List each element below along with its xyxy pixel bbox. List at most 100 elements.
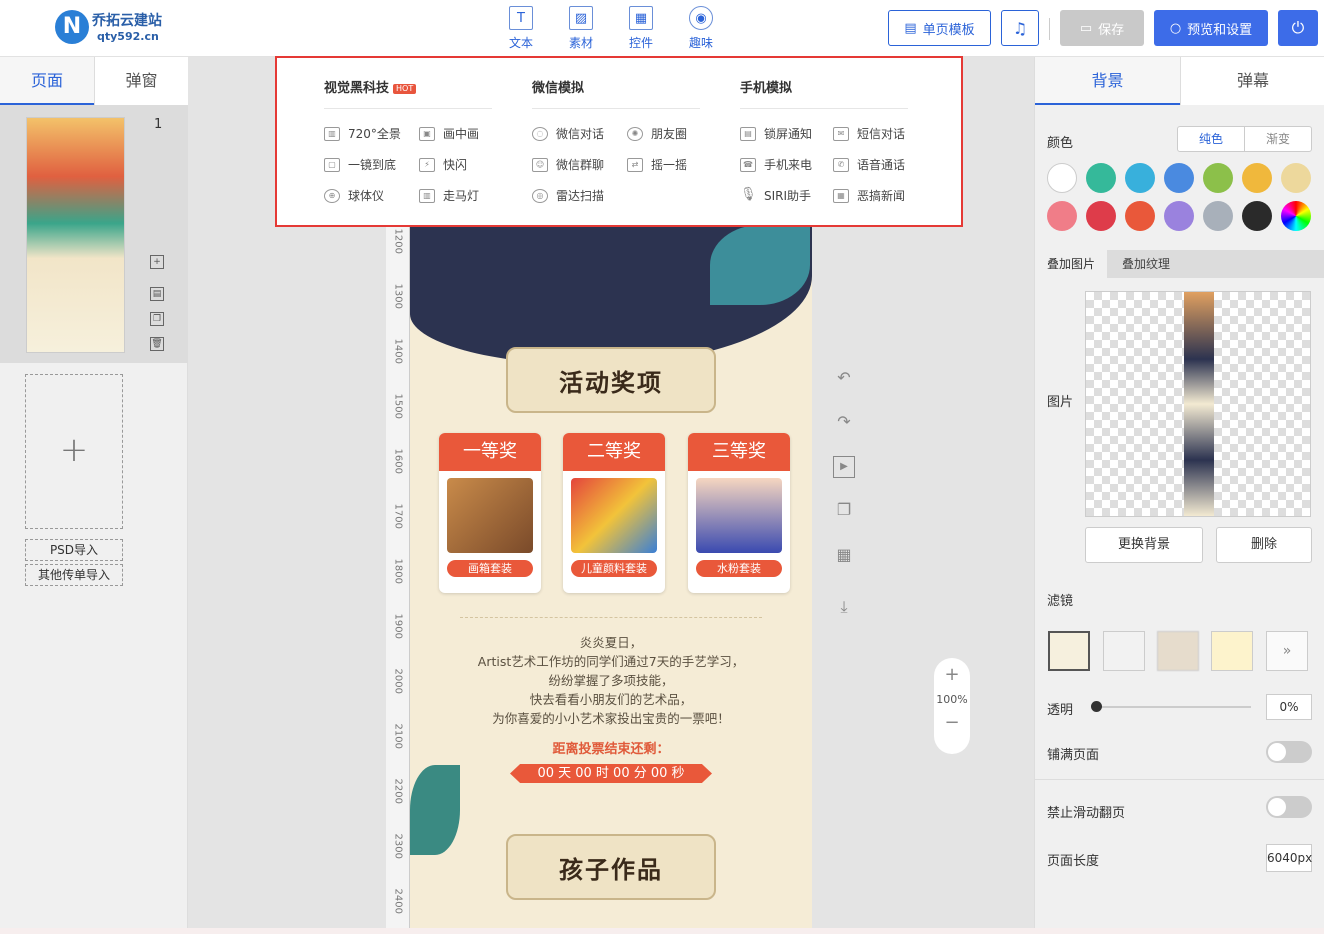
color-swatch[interactable] (1125, 201, 1155, 231)
color-swatch[interactable] (1242, 201, 1272, 231)
page-length-input[interactable]: 6040px (1266, 844, 1312, 872)
prize-card[interactable]: 三等奖 水粉套装 (688, 433, 790, 593)
menu-item-pip[interactable]: ▣ 画中画 (419, 125, 479, 142)
menu-item-panorama[interactable]: ▥ 720°全景 (324, 125, 401, 142)
copy-icon[interactable]: ❐ (150, 312, 164, 326)
single-page-template-button[interactable]: ▤ 单页模板 (888, 10, 991, 46)
top-toolbar: N 乔拓云建站 qty592.cn T 文本 ▨ 素材 ▦ 控件 ◉ 趣味 ▤ … (0, 0, 1324, 57)
tab-popup[interactable]: 弹窗 (94, 57, 188, 105)
group-icon: ☺ (532, 157, 548, 172)
color-swatch[interactable] (1164, 201, 1194, 231)
color-swatch[interactable] (1047, 163, 1077, 193)
more-filters-button[interactable]: » (1266, 631, 1308, 671)
color-swatch[interactable] (1164, 163, 1194, 193)
column-divider (324, 108, 492, 109)
opacity-slider[interactable] (1095, 706, 1251, 708)
color-swatch[interactable] (1203, 201, 1233, 231)
menu-item-radar[interactable]: ◎ 雷达扫描 (532, 187, 604, 204)
fill-page-toggle[interactable] (1266, 741, 1312, 763)
menu-item-voice-call[interactable]: ✆ 语音通话 (833, 156, 905, 173)
replace-background-button[interactable]: 更换背景 (1085, 527, 1203, 563)
play-icon[interactable]: ▶ (833, 456, 855, 478)
filter-option[interactable] (1048, 631, 1090, 671)
solid-color-option[interactable]: 纯色 (1178, 127, 1245, 151)
zoom-out-button[interactable]: − (934, 712, 970, 733)
tab-overlay-image[interactable]: 叠加图片 (1035, 250, 1108, 278)
filter-option[interactable] (1103, 631, 1145, 671)
disable-swipe-toggle[interactable] (1266, 796, 1312, 818)
menu-item-group-chat[interactable]: ☺ 微信群聊 (532, 156, 604, 173)
music-button[interactable]: ♫ (1001, 10, 1039, 46)
tool-material[interactable]: ▨ 素材 (556, 6, 606, 51)
color-swatch[interactable] (1086, 163, 1116, 193)
layout-icon[interactable]: ▤ (150, 287, 164, 301)
color-swatch[interactable] (1242, 163, 1272, 193)
menu-item-carousel[interactable]: ▥ 走马灯 (419, 187, 479, 204)
redo-icon[interactable]: ↷ (833, 412, 855, 434)
tab-overlay-texture[interactable]: 叠加纹理 (1110, 250, 1182, 278)
gradient-option[interactable]: 渐变 (1245, 127, 1311, 151)
color-swatch[interactable] (1203, 163, 1233, 193)
tab-background[interactable]: 背景 (1035, 57, 1180, 105)
menu-item-lock-screen[interactable]: ▤ 锁屏通知 (740, 125, 812, 142)
prize-card[interactable]: 一等奖 画箱套装 (439, 433, 541, 593)
menu-item-siri[interactable]: 🎙 SIRI助手 (740, 187, 811, 204)
page-card[interactable]: 1 + ▤ ❐ 🗑 (0, 105, 188, 363)
filter-option[interactable] (1211, 631, 1253, 671)
menu-item-globe[interactable]: ⊕ 球体仪 (324, 187, 384, 204)
color-swatch[interactable] (1281, 201, 1311, 231)
tool-widget[interactable]: ▦ 控件 (616, 6, 666, 51)
save-button[interactable]: ▭ 保存 (1060, 10, 1144, 46)
ruler-tick: 1700 (392, 503, 404, 529)
template-button-label: 单页模板 (922, 22, 975, 38)
page-canvas[interactable]: 活动奖项 一等奖 画箱套装 二等奖 儿童颜料套装 三等奖 水粉套装 炎炎夏日， … (410, 225, 812, 934)
prize-name: 儿童颜料套装 (571, 560, 657, 577)
menu-item-sms[interactable]: ✉ 短信对话 (833, 125, 905, 142)
delete-background-button[interactable]: 删除 (1216, 527, 1312, 563)
tool-fun[interactable]: ◉ 趣味 (676, 6, 726, 51)
layers-icon[interactable]: ❐ (833, 500, 855, 522)
delete-icon[interactable]: 🗑 (150, 337, 164, 351)
page-thumbnail[interactable] (26, 117, 125, 353)
color-swatch[interactable] (1086, 201, 1116, 231)
prize-card[interactable]: 二等奖 儿童颜料套装 (563, 433, 665, 593)
undo-icon[interactable]: ↶ (833, 368, 855, 390)
opacity-input[interactable]: 0% (1266, 694, 1312, 720)
psd-import-button[interactable]: PSD导入 (25, 539, 123, 561)
color-swatch[interactable] (1125, 163, 1155, 193)
tab-page[interactable]: 页面 (0, 57, 94, 105)
prize-rank: 一等奖 (439, 433, 541, 471)
menu-item-one-shot[interactable]: ▢ 一镜到底 (324, 156, 396, 173)
menu-item-moments[interactable]: ✺ 朋友圈 (627, 125, 687, 142)
chat-icon: ◌ (532, 126, 548, 141)
fill-page-label: 铺满页面 (1047, 748, 1100, 763)
filter-option[interactable] (1157, 631, 1199, 671)
menu-item-shake[interactable]: ⇄ 摇一摇 (627, 156, 687, 173)
background-image-preview[interactable] (1085, 291, 1311, 517)
search-icon: ○ (1169, 20, 1182, 36)
music-icon: ♫ (1012, 18, 1028, 38)
menu-item-flash[interactable]: ⚡ 快闪 (419, 156, 467, 173)
zoom-in-button[interactable]: + (934, 664, 970, 685)
add-page-button[interactable]: + (25, 374, 123, 529)
menu-item-incoming-call[interactable]: ☎ 手机来电 (740, 156, 812, 173)
menu-item-wechat-chat[interactable]: ◌ 微信对话 (532, 125, 604, 142)
ruler-tick: 1600 (392, 448, 404, 474)
color-swatch[interactable] (1281, 163, 1311, 193)
menu-item-fake-news[interactable]: ▦ 恶搞新闻 (833, 187, 905, 204)
add-page-icon[interactable]: + (150, 255, 164, 269)
preview-button-label: 预览和设置 (1187, 22, 1253, 38)
color-swatch[interactable] (1047, 201, 1077, 231)
tab-danmu[interactable]: 弹幕 (1180, 57, 1324, 105)
prize-rank: 三等奖 (688, 433, 790, 471)
other-import-button[interactable]: 其他传单导入 (25, 564, 123, 586)
power-button[interactable]: ⏻ (1278, 10, 1318, 46)
preview-settings-button[interactable]: ○ 预览和设置 (1154, 10, 1268, 46)
opacity-slider-handle[interactable] (1091, 701, 1102, 712)
grid-ruler-icon[interactable]: ▦ (833, 545, 855, 567)
prize-image (696, 478, 782, 553)
ruler-tick: 1900 (392, 613, 404, 639)
download-icon[interactable]: ⤓ (833, 597, 855, 619)
disable-swipe-label: 禁止滑动翻页 (1047, 806, 1126, 821)
tool-text[interactable]: T 文本 (496, 6, 546, 51)
